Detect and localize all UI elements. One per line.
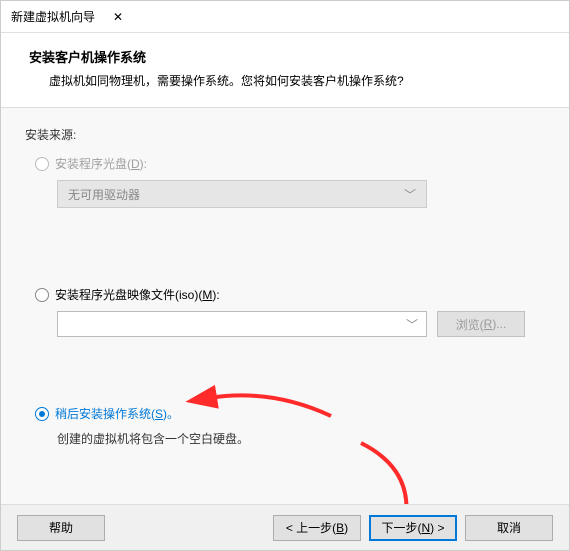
dropdown-value: 无可用驱动器 [68, 186, 140, 203]
chevron-down-icon: ﹀ [404, 186, 416, 203]
option-install-disc: 安装程序光盘(D): 无可用驱动器 ﹀ [35, 155, 545, 208]
back-button[interactable]: < 上一步(B) [273, 515, 361, 541]
radio-install-later[interactable]: 稍后安装操作系统(S)。 [35, 405, 545, 422]
radio-label: 安装程序光盘(D): [55, 155, 147, 172]
radio-icon [35, 157, 49, 171]
help-button[interactable]: 帮助 [17, 515, 105, 541]
radio-icon [35, 407, 49, 421]
header-title: 安装客户机操作系统 [29, 47, 547, 66]
drive-dropdown: 无可用驱动器 ﹀ [57, 180, 427, 208]
cancel-button[interactable]: 取消 [465, 515, 553, 541]
radio-install-disc: 安装程序光盘(D): [35, 155, 545, 172]
wizard-header: 安装客户机操作系统 虚拟机如同物理机，需要操作系统。您将如何安装客户机操作系统? [1, 33, 569, 108]
browse-button: 浏览(R)... [437, 311, 525, 337]
iso-input-row: ﹀ 浏览(R)... [57, 311, 545, 337]
close-icon: ✕ [113, 10, 123, 24]
iso-path-input[interactable]: ﹀ [57, 311, 427, 337]
source-label: 安装来源: [25, 126, 545, 143]
wizard-footer: 帮助 < 上一步(B) 下一步(N) > 取消 [1, 504, 569, 550]
next-button[interactable]: 下一步(N) > [369, 515, 457, 541]
title-bar: 新建虚拟机向导 ✕ [1, 1, 569, 33]
radio-icon [35, 288, 49, 302]
header-subtitle: 虚拟机如同物理机，需要操作系统。您将如何安装客户机操作系统? [29, 72, 547, 89]
close-button[interactable]: ✕ [95, 1, 141, 33]
later-hint: 创建的虚拟机将包含一个空白硬盘。 [57, 430, 545, 447]
window-title: 新建虚拟机向导 [11, 8, 95, 25]
option-install-iso: 安装程序光盘映像文件(iso)(M): ﹀ 浏览(R)... [35, 286, 545, 337]
chevron-down-icon: ﹀ [398, 312, 426, 337]
option-install-later: 稍后安装操作系统(S)。 创建的虚拟机将包含一个空白硬盘。 [35, 405, 545, 447]
radio-label: 安装程序光盘映像文件(iso)(M): [55, 286, 220, 303]
wizard-content: 安装来源: 安装程序光盘(D): 无可用驱动器 ﹀ 安装程序光盘映像文件(iso… [1, 108, 569, 520]
radio-install-iso[interactable]: 安装程序光盘映像文件(iso)(M): [35, 286, 545, 303]
radio-label: 稍后安装操作系统(S)。 [55, 405, 179, 422]
